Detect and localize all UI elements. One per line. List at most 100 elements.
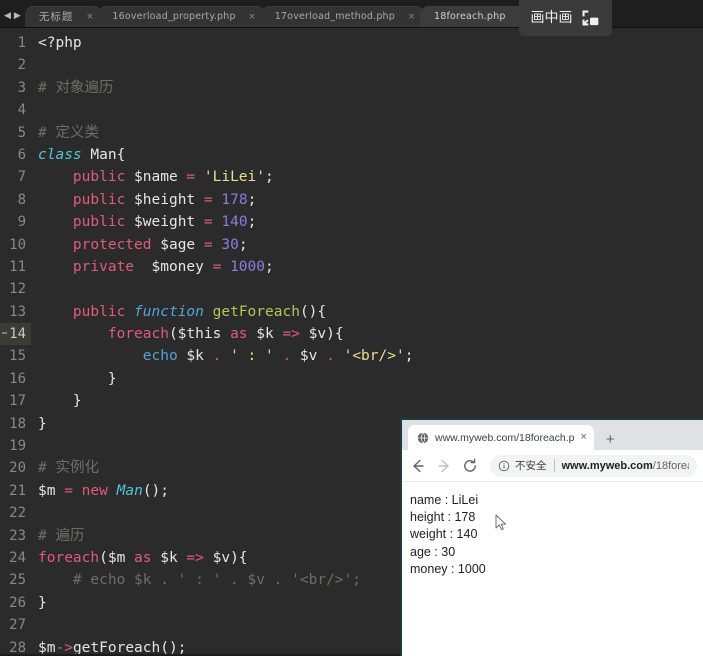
line-number: 21: [9, 482, 26, 499]
output-line: money : 1000: [410, 561, 486, 576]
editor-tab-17overload-method[interactable]: 17overload_method.php ×: [260, 6, 425, 27]
code-line[interactable]: class Man{: [38, 144, 703, 166]
picture-in-picture-badge[interactable]: 画中画: [519, 0, 612, 36]
code-token: $v){: [299, 326, 344, 343]
code-token: <?php: [38, 35, 82, 51]
browser-tab[interactable]: www.myweb.com/18foreach.p ×: [408, 425, 594, 450]
line-number: 18: [9, 415, 26, 432]
output-line: height : 178: [410, 510, 476, 525]
close-icon[interactable]: ×: [407, 12, 416, 22]
arrow-left-icon[interactable]: [410, 458, 426, 474]
close-icon[interactable]: ×: [85, 12, 94, 22]
code-token: $name: [125, 169, 187, 186]
url-path: /18foreac: [652, 459, 689, 472]
code-line[interactable]: protected $age = 30;: [38, 234, 703, 256]
code-token: =: [64, 482, 73, 499]
code-token: class: [38, 146, 82, 163]
code-line[interactable]: # 对象遍历: [38, 77, 703, 99]
code-token: 1000: [230, 258, 265, 275]
code-line[interactable]: public function getForeach(){: [38, 301, 703, 323]
code-token: }: [38, 415, 47, 432]
code-token: getForeach: [212, 303, 300, 320]
code-token: new: [81, 482, 108, 499]
code-token: echo: [142, 348, 178, 365]
chevron-right-icon[interactable]: ▶: [14, 12, 21, 21]
code-line[interactable]: public $weight = 140;: [38, 211, 703, 233]
line-number: 12: [9, 281, 26, 298]
code-token: $m: [38, 482, 65, 499]
code-token: 'LiLei': [203, 169, 265, 186]
code-line[interactable]: # 定义类: [38, 122, 703, 144]
code-token: # 实例化: [38, 460, 99, 477]
code-token: Man: [116, 482, 143, 499]
line-number: 27: [9, 617, 26, 634]
code-token: ;: [265, 258, 274, 275]
code-token: ;: [404, 348, 414, 365]
code-token: }: [38, 594, 47, 611]
code-token: Man{: [81, 146, 126, 163]
code-token: as: [230, 326, 248, 343]
code-token: (){: [299, 303, 327, 320]
close-icon[interactable]: ×: [248, 12, 257, 22]
line-number: 26: [9, 594, 26, 611]
code-token: public: [72, 303, 126, 320]
line-number: 9: [17, 214, 26, 231]
url-host: www.myweb.com: [561, 459, 653, 472]
code-line[interactable]: foreach($this as $k => $v){: [38, 323, 703, 345]
browser-toolbar: 不安全 www.myweb.com/18foreac: [402, 450, 703, 482]
line-number: 16: [9, 370, 26, 387]
info-circle-icon[interactable]: [498, 460, 510, 472]
code-token: =>: [282, 326, 300, 343]
code-token: 140: [221, 214, 248, 231]
code-line[interactable]: }: [38, 368, 703, 390]
code-token: $height: [125, 191, 204, 208]
page-content: name : LiLei height : 178 weight : 140 a…: [402, 482, 703, 656]
editor-tab-label: 18foreach.php: [434, 11, 506, 22]
code-token: =: [203, 236, 213, 253]
close-icon[interactable]: ×: [580, 432, 586, 443]
code-line[interactable]: public $height = 178;: [38, 189, 703, 211]
code-token: $v){: [203, 549, 248, 566]
code-token: # echo $k . ' : ' . $v . '<br/>';: [38, 572, 362, 589]
line-number: 25: [9, 572, 26, 589]
code-line[interactable]: echo $k . ' : ' . $v . '<br/>';: [38, 345, 703, 367]
reload-icon[interactable]: [462, 458, 478, 474]
code-line[interactable]: }: [38, 390, 703, 412]
picture-in-picture-icon[interactable]: [579, 8, 601, 28]
editor-tab-18foreach[interactable]: 18foreach.php ×: [420, 6, 535, 27]
arrow-right-icon[interactable]: [436, 458, 452, 474]
picture-in-picture-label: 画中画: [530, 10, 573, 26]
line-number: 5: [17, 124, 26, 141]
address-bar-url: www.myweb.com/18foreac: [562, 460, 690, 472]
code-line[interactable]: [38, 278, 703, 300]
mouse-pointer-icon: [495, 514, 507, 531]
code-token: protected: [72, 236, 152, 253]
code-line[interactable]: [38, 54, 703, 76]
output-line: age : 30: [410, 544, 456, 559]
code-line[interactable]: public $name = 'LiLei';: [38, 166, 703, 188]
editor-tab-16overload-property[interactable]: 16overload_property.php ×: [98, 6, 265, 27]
code-token: ($this: [168, 326, 231, 343]
editor-tab-untitled[interactable]: 无标题 ×: [24, 6, 103, 27]
new-tab-button[interactable]: +: [606, 432, 615, 447]
code-line[interactable]: private $money = 1000;: [38, 256, 703, 278]
line-number: 28: [9, 639, 26, 654]
line-number: 4: [17, 102, 26, 119]
chevron-left-icon[interactable]: ◀: [4, 12, 11, 21]
code-line[interactable]: [38, 99, 703, 121]
address-bar[interactable]: 不安全 www.myweb.com/18foreac: [490, 454, 697, 477]
editor-tab-bar: ◀ ▶ 无标题 × 16overload_property.php × 17ov…: [0, 0, 703, 36]
line-number: 1: [17, 35, 26, 51]
code-token: $age: [151, 236, 204, 253]
code-token: $k: [177, 348, 213, 365]
code-token: getForeach();: [72, 639, 187, 654]
code-token: $money: [134, 258, 213, 275]
editor-tab-label: 17overload_method.php: [274, 11, 396, 22]
